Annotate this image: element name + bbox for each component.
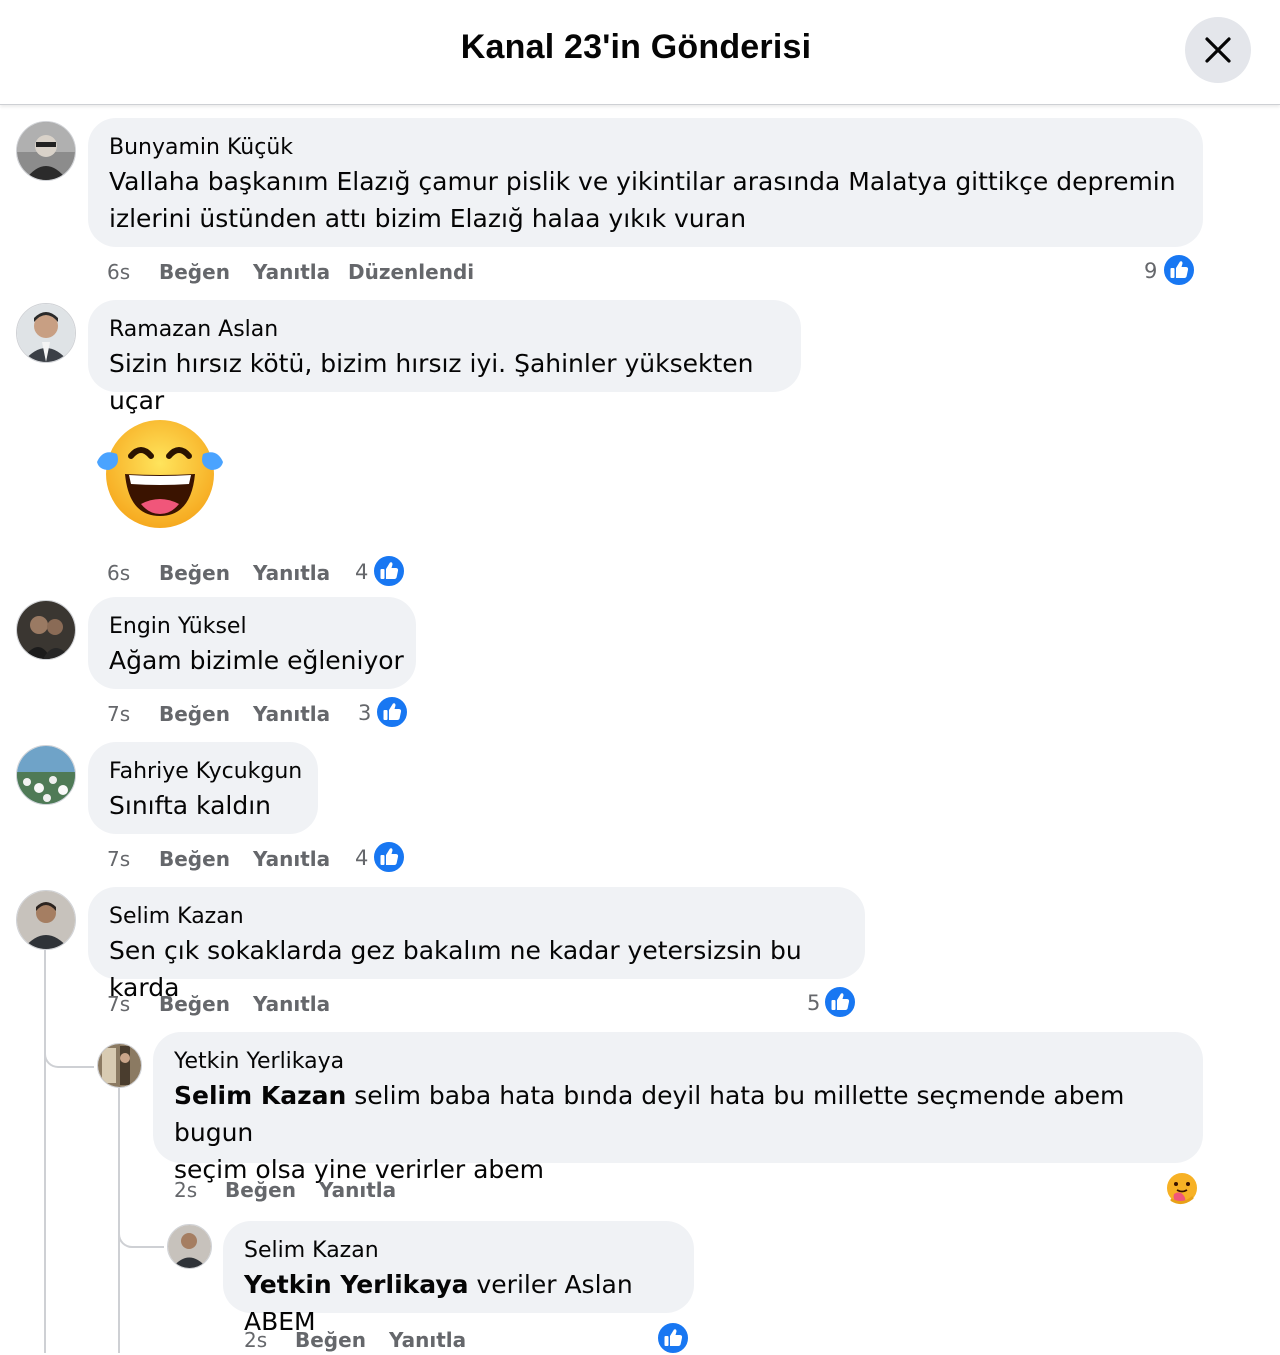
reaction-count[interactable]: 3 <box>358 701 371 725</box>
reply-time[interactable]: 2s <box>244 1328 267 1352</box>
reply-bubble: Yetkin Yerlikaya Selim Kazan selim baba … <box>153 1032 1203 1184</box>
comment-text: Sizin hırsız kötü, bizim hırsız iyi. Şah… <box>109 349 754 415</box>
comment-author[interactable]: Fahriye Kycukgun <box>109 759 302 784</box>
like-reaction-icon[interactable] <box>1162 253 1196 287</box>
reply-connector <box>118 1190 164 1248</box>
avatar[interactable] <box>16 121 76 181</box>
comment-time[interactable]: 7s <box>107 847 130 871</box>
reply-button[interactable]: Yanıtla <box>319 1178 396 1202</box>
reaction-count[interactable]: 4 <box>355 560 368 584</box>
comment-author[interactable]: Bunyamin Küçük <box>109 135 293 160</box>
reply-author[interactable]: Selim Kazan <box>244 1238 379 1263</box>
reply-button[interactable]: Yanıtla <box>253 260 330 284</box>
comment-bubble: Fahriye Kycukgun Sınıfta kaldın <box>88 742 318 834</box>
like-reaction-icon[interactable] <box>823 985 857 1019</box>
reply-button[interactable]: Yanıtla <box>253 702 330 726</box>
comment-author[interactable]: Selim Kazan <box>109 904 244 929</box>
avatar[interactable] <box>16 890 76 950</box>
like-reaction-icon[interactable] <box>656 1321 690 1355</box>
avatar[interactable] <box>16 745 76 805</box>
avatar[interactable] <box>16 600 76 660</box>
post-dialog-header: Kanal 23'in Gönderisi <box>0 0 1280 105</box>
avatar[interactable] <box>97 1043 142 1088</box>
reaction-count[interactable]: 5 <box>807 991 820 1015</box>
reply-button[interactable]: Yanıtla <box>253 847 330 871</box>
like-reaction-icon[interactable] <box>372 554 406 588</box>
reply-button[interactable]: Yanıtla <box>253 561 330 585</box>
like-reaction-icon[interactable] <box>375 695 409 729</box>
comment-bubble: Engin Yüksel Ağam bizimle eğleniyor <box>88 597 416 689</box>
comment-text: Vallaha başkanım Elazığ çamur pislik ve … <box>109 167 1176 233</box>
comment-time[interactable]: 6s <box>107 260 130 284</box>
like-button[interactable]: Beğen <box>295 1328 366 1352</box>
reply-author[interactable]: Yetkin Yerlikaya <box>174 1049 344 1074</box>
like-button[interactable]: Beğen <box>159 561 230 585</box>
comment-text: Ağam bizimle eğleniyor <box>109 646 404 675</box>
reply-time[interactable]: 2s <box>174 1178 197 1202</box>
comment-text: Sınıfta kaldın <box>109 791 271 820</box>
close-icon <box>1205 37 1231 63</box>
laughing-tears-emoji <box>97 420 223 528</box>
like-button[interactable]: Beğen <box>159 992 230 1016</box>
reaction-count[interactable]: 9 <box>1144 259 1157 283</box>
comment-bubble: Ramazan Aslan Sizin hırsız kötü, bizim h… <box>88 300 801 415</box>
close-button[interactable] <box>1185 17 1251 83</box>
dialog-title: Kanal 23'in Gönderisi <box>460 28 812 66</box>
mention-link[interactable]: Selim Kazan <box>174 1081 346 1110</box>
comment-bubble: Selim Kazan Sen çık sokaklarda gez bakal… <box>88 887 865 1002</box>
reply-button[interactable]: Yanıtla <box>253 992 330 1016</box>
like-button[interactable]: Beğen <box>159 260 230 284</box>
comment-author[interactable]: Ramazan Aslan <box>109 317 278 342</box>
comment-time[interactable]: 7s <box>107 992 130 1016</box>
like-button[interactable]: Beğen <box>225 1178 296 1202</box>
reply-button[interactable]: Yanıtla <box>389 1328 466 1352</box>
like-button[interactable]: Beğen <box>159 847 230 871</box>
comment-bubble: Bunyamin Küçük Vallaha başkanım Elazığ ç… <box>88 118 1203 247</box>
reply-text: Selim Kazan selim baba hata bında deyil … <box>174 1077 1203 1188</box>
reply-connector <box>44 1010 94 1068</box>
edited-label[interactable]: Düzenlendi <box>348 260 474 284</box>
comment-time[interactable]: 6s <box>107 561 130 585</box>
avatar[interactable] <box>16 303 76 363</box>
like-button[interactable]: Beğen <box>159 702 230 726</box>
reply-bubble: Selim Kazan Yetkin Yerlikaya veriler Asl… <box>223 1221 694 1336</box>
care-emoji-reaction-icon[interactable] <box>1164 1170 1200 1206</box>
avatar[interactable] <box>167 1224 212 1269</box>
comment-time[interactable]: 7s <box>107 702 130 726</box>
like-reaction-icon[interactable] <box>372 840 406 874</box>
mention-link[interactable]: Yetkin Yerlikaya <box>244 1270 469 1299</box>
comment-author[interactable]: Engin Yüksel <box>109 614 247 639</box>
reaction-count[interactable]: 4 <box>355 846 368 870</box>
